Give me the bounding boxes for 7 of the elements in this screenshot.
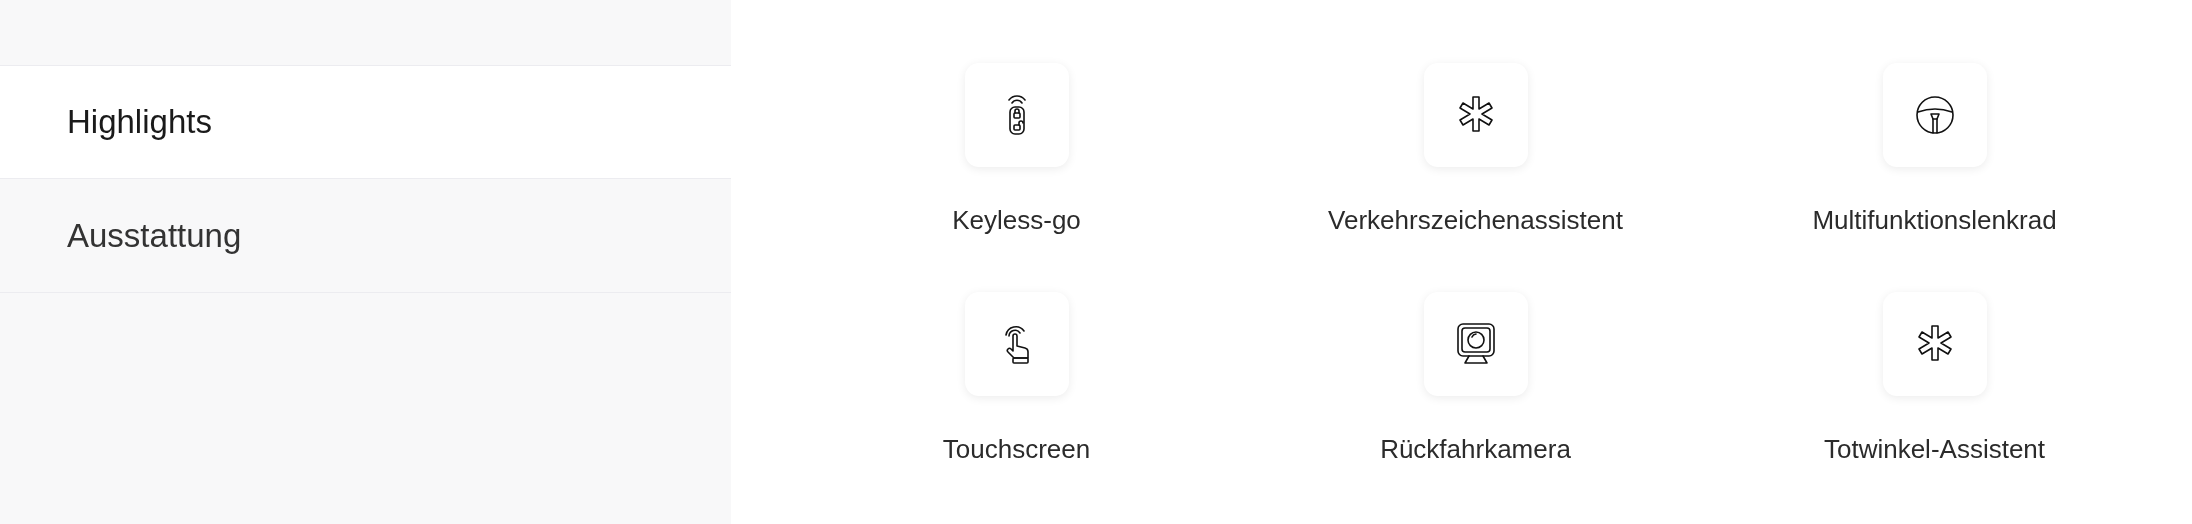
feature-label: Totwinkel-Assistent [1823,433,2046,466]
sidebar-tab[interactable]: Highlights [0,65,731,179]
feature-label: Keyless-go [952,204,1081,237]
feature-label: Multifunktionslenkrad [1812,204,2057,237]
feature-label: Verkehrszeichenassistent [1328,204,1623,237]
feature-label: Rückfahrkamera [1380,433,1571,466]
feature-label: Touchscreen [942,433,1091,466]
